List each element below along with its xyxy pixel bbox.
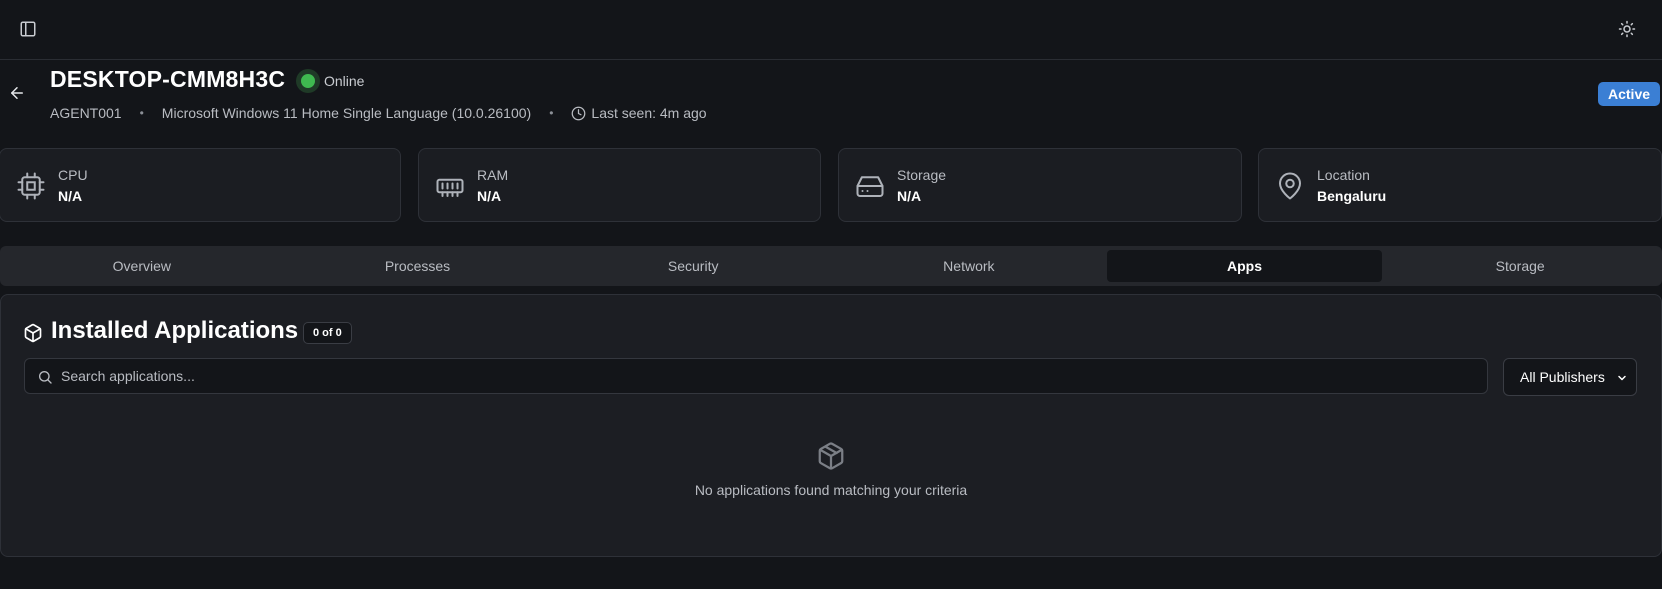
memory-icon <box>435 171 465 201</box>
status-dot-icon <box>296 69 320 93</box>
stat-label: Storage <box>897 167 947 183</box>
sun-icon[interactable] <box>1618 20 1636 38</box>
cpu-icon <box>16 171 46 201</box>
panel-title: Installed Applications <box>51 317 299 344</box>
tab-storage[interactable]: Storage <box>1382 250 1658 282</box>
search-input[interactable] <box>61 359 1471 393</box>
status-text: Online <box>324 73 365 89</box>
active-badge: Active <box>1598 82 1661 106</box>
search-icon <box>37 369 53 385</box>
map-pin-icon <box>1275 171 1305 201</box>
stat-value: N/A <box>897 188 922 204</box>
stat-label: Location <box>1317 167 1370 183</box>
empty-state-message: No applications found matching your crit… <box>694 482 968 498</box>
meta-separator: • <box>549 106 554 120</box>
stat-card-cpu: CPU N/A <box>0 148 401 222</box>
stat-value: N/A <box>477 188 502 204</box>
tab-network[interactable]: Network <box>831 250 1107 282</box>
publisher-select[interactable]: All Publishers <box>1503 358 1637 396</box>
chevron-down-icon <box>1616 372 1628 384</box>
stat-label: RAM <box>477 167 509 183</box>
back-arrow-icon[interactable] <box>8 84 26 102</box>
tab-overview[interactable]: Overview <box>4 250 280 282</box>
agent-id: AGENT001 <box>50 105 122 121</box>
stat-label: CPU <box>58 167 88 183</box>
stat-value: Bengaluru <box>1317 188 1387 204</box>
stat-value: N/A <box>58 188 83 204</box>
search-box <box>24 358 1488 394</box>
tab-bar: Overview Processes Security Network Apps… <box>0 246 1662 286</box>
meta-separator: • <box>139 106 144 120</box>
tab-security[interactable]: Security <box>555 250 831 282</box>
package-icon <box>23 323 43 343</box>
device-meta-row: AGENT001 • Microsoft Windows 11 Home Sin… <box>50 105 707 121</box>
sidebar-toggle-icon[interactable] <box>19 20 37 38</box>
last-seen: Last seen: 4m ago <box>591 105 707 121</box>
app-count-badge: 0 of 0 <box>303 322 352 344</box>
os-version: Microsoft Windows 11 Home Single Languag… <box>161 105 532 121</box>
tab-processes[interactable]: Processes <box>280 250 556 282</box>
stat-card-ram: RAM N/A <box>418 148 821 222</box>
tab-apps[interactable]: Apps <box>1106 250 1383 282</box>
stat-card-location: Location Bengaluru <box>1258 148 1662 222</box>
device-title: DESKTOP-CMM8H3C <box>50 66 286 92</box>
clock-icon <box>571 106 586 121</box>
hard-drive-icon <box>855 171 885 201</box>
top-bar <box>0 0 1662 60</box>
installed-apps-panel: Installed Applications 0 of 0 All Publis… <box>0 294 1662 557</box>
stat-card-storage: Storage N/A <box>838 148 1242 222</box>
status-indicator: Online <box>296 69 364 93</box>
publisher-select-value: All Publishers <box>1520 369 1605 385</box>
package-empty-icon <box>816 441 846 471</box>
